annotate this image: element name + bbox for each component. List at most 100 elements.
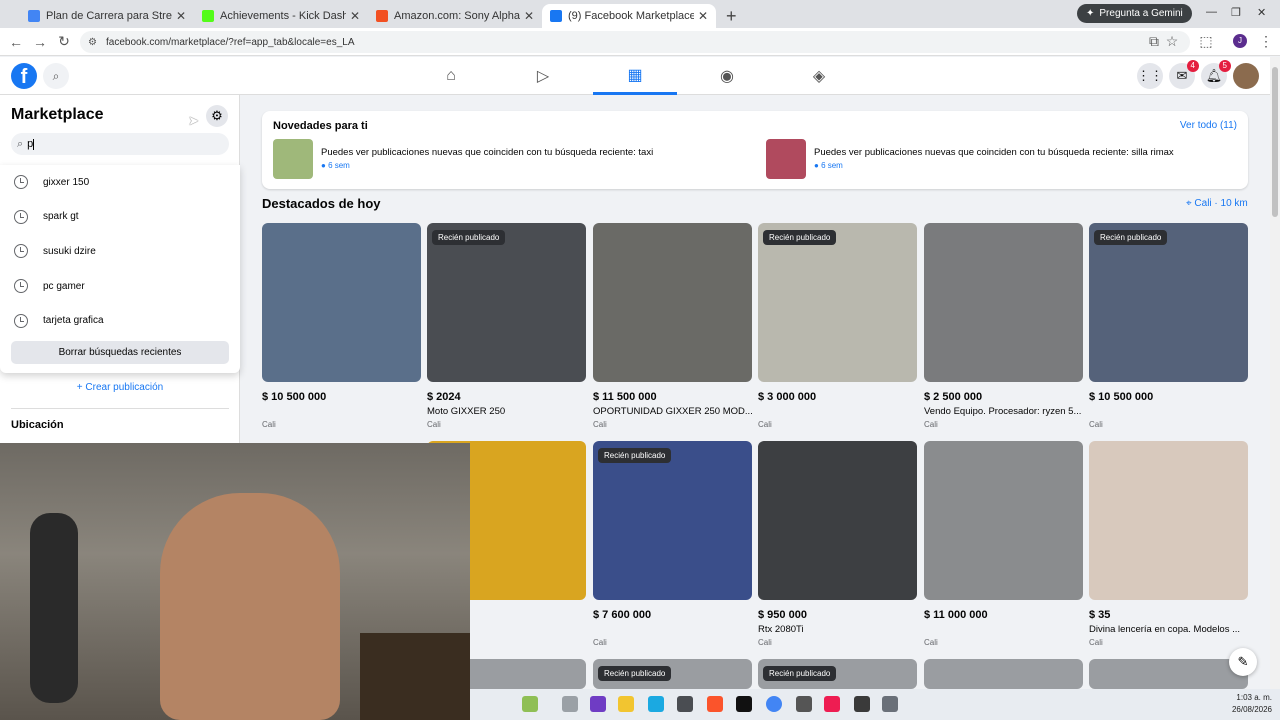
listing-image: Recién publicado: [758, 223, 917, 382]
news-item[interactable]: Puedes ver publicaciones nuevas que coin…: [273, 139, 753, 179]
tiktok-live-icon[interactable]: [824, 696, 840, 712]
close-tab-icon[interactable]: ✕: [350, 9, 360, 23]
listing-title: [1089, 406, 1248, 418]
browser-tab[interactable]: Amazon.com: Sony Alpha ZV-E✕: [368, 4, 542, 28]
tab-favicon-icon: [202, 10, 214, 22]
recent-badge: Recién publicado: [432, 230, 506, 245]
browser-tab[interactable]: Achievements - Kick Dashboard✕: [194, 4, 368, 28]
location-filter[interactable]: ⌖ Cali · 10 km: [1186, 198, 1248, 209]
listing-title: [262, 406, 421, 418]
groups-icon[interactable]: ◉: [685, 57, 769, 95]
messenger-icon[interactable]: ✉ 4: [1169, 60, 1199, 89]
calculator-icon[interactable]: [854, 696, 870, 712]
system-clock[interactable]: 1:03 a. m. 26/08/2026: [1232, 692, 1272, 716]
create-listing-button[interactable]: + Crear publicación: [11, 382, 229, 400]
marketplace-search-input[interactable]: ⌕ p: [11, 133, 229, 155]
compose-icon[interactable]: ✎: [1229, 648, 1257, 676]
extensions-icon[interactable]: ⬚: [1194, 33, 1218, 50]
listing-title: [758, 406, 917, 418]
account-avatar[interactable]: [1233, 63, 1259, 89]
listing-city: Cali: [758, 420, 772, 429]
listing-card[interactable]: $ 2 500 000 Vendo Equipo. Procesador: ryz…: [924, 223, 1083, 429]
app-icon[interactable]: [522, 696, 538, 712]
news-item[interactable]: Puedes ver publicaciones nuevas que coin…: [766, 139, 1246, 179]
marketplace-icon[interactable]: ▦: [593, 57, 677, 95]
close-tab-icon[interactable]: ✕: [524, 9, 534, 23]
listing-card[interactable]: Recién publicado: [593, 659, 752, 689]
listing-card[interactable]: $ 10 500 000 Cali: [262, 223, 421, 429]
scrollbar-thumb[interactable]: [1272, 67, 1278, 217]
browser-tab[interactable]: Plan de Carrera para Streamer✕: [20, 4, 194, 28]
tiktok-icon[interactable]: [736, 696, 752, 712]
text-caret: [33, 138, 35, 150]
gaming-icon[interactable]: ◈: [777, 57, 861, 95]
app-icon[interactable]: [677, 696, 693, 712]
new-tab-button[interactable]: +: [716, 4, 747, 28]
mouse-cursor-icon: ➤: [188, 113, 199, 128]
listing-card[interactable]: $ 11 500 000 OPORTUNIDAD GIXXER 250 MOD..…: [593, 223, 752, 429]
clock-icon: [14, 313, 28, 328]
forward-icon[interactable]: →: [28, 34, 52, 50]
app-icon[interactable]: [590, 696, 606, 712]
listing-card[interactable]: $ 950 000 Rtx 2080Ti Cali: [758, 441, 917, 647]
facebook-header: f ⌕ ⌂ ▷ ▦ ◉ ◈ ⋮⋮ ✉ 4 🔔︎ 5: [0, 57, 1270, 95]
search-icon[interactable]: ⌕: [43, 63, 69, 89]
listing-image: [924, 223, 1083, 382]
settings-icon[interactable]: [882, 696, 898, 712]
listing-card[interactable]: Recién publicado: [758, 659, 917, 689]
video-icon[interactable]: ▷: [501, 57, 585, 95]
listing-card[interactable]: $ 35 Divina lencería en copa. Modelos ...…: [1089, 441, 1248, 647]
recent-search-item[interactable]: spark gt: [0, 200, 240, 235]
listing-image: Recién publicado: [1089, 223, 1248, 382]
microphone: [30, 513, 78, 703]
folder-icon[interactable]: [618, 696, 634, 712]
listing-card[interactable]: Recién publicado $ 10 500 000 Cali: [1089, 223, 1248, 429]
listing-card[interactable]: [924, 659, 1083, 689]
listing-price: $ 2024: [427, 391, 461, 403]
profile-avatar[interactable]: J: [1233, 34, 1247, 48]
address-bar-row: ← → ↻ ⚙ facebook.com/marketplace/?ref=ap…: [0, 28, 1280, 56]
listing-image: [1089, 441, 1248, 600]
listing-price: $ 7 600 000: [593, 609, 652, 621]
recent-searches-dropdown: gixxer 150 spark gt susuki dzire pc gamer ta…: [0, 165, 240, 373]
listing-title: Vendo Equipo. Procesador: ryzen 5...: [924, 406, 1082, 417]
menu-icon[interactable]: ⋮: [1254, 33, 1278, 50]
app-icon[interactable]: [796, 696, 812, 712]
bookmark-star-icon[interactable]: ☆: [1160, 33, 1184, 50]
url-field[interactable]: ⚙ facebook.com/marketplace/?ref=app_tab&…: [80, 31, 1190, 53]
close-tab-icon[interactable]: ✕: [176, 9, 186, 23]
recent-search-item[interactable]: pc gamer: [0, 269, 240, 304]
brave-icon[interactable]: [707, 696, 723, 712]
edge-icon[interactable]: [648, 696, 664, 712]
listing-card[interactable]: Recién publicado $ 2024 Moto GIXXER 250 Cal…: [427, 223, 586, 429]
clear-recent-searches-button[interactable]: Borrar búsquedas recientes: [11, 341, 229, 364]
back-icon[interactable]: ←: [4, 34, 28, 50]
listing-card[interactable]: Recién publicado $ 3 000 000 Cali: [758, 223, 917, 429]
home-icon[interactable]: ⌂: [409, 57, 493, 95]
facebook-logo[interactable]: f: [11, 63, 37, 89]
browser-tab[interactable]: (9) Facebook Marketplace | Fac✕: [542, 4, 716, 28]
listing-card[interactable]: $ 11 000 000 Cali: [924, 441, 1083, 647]
clock-icon: [14, 279, 28, 294]
gemini-button[interactable]: ✦ Pregunta a Gemini: [1077, 4, 1192, 23]
recent-search-item[interactable]: tarjeta grafica: [0, 303, 240, 338]
minimize-button[interactable]: —: [1206, 6, 1217, 18]
listing-card[interactable]: Recién publicado $ 7 600 000 Cali: [593, 441, 752, 647]
recent-badge: Recién publicado: [763, 666, 837, 681]
app-icon[interactable]: [562, 696, 578, 712]
maximize-button[interactable]: ❐: [1231, 6, 1241, 19]
listing-card[interactable]: [1089, 659, 1248, 689]
see-all-link[interactable]: Ver todo (11): [1180, 120, 1237, 131]
close-tab-icon[interactable]: ✕: [698, 9, 708, 23]
chrome-icon[interactable]: [766, 696, 782, 712]
scrollbar[interactable]: [1270, 57, 1280, 689]
menu-grid-icon[interactable]: ⋮⋮: [1137, 63, 1163, 89]
notifications-icon[interactable]: 🔔︎ 5: [1201, 60, 1231, 89]
news-time: ● 6 sem: [321, 161, 350, 170]
recent-search-item[interactable]: susuki dzire: [0, 234, 240, 269]
recent-search-item[interactable]: gixxer 150: [0, 165, 240, 200]
close-window-button[interactable]: ✕: [1257, 6, 1266, 19]
gear-icon[interactable]: ⚙: [206, 105, 228, 127]
reload-icon[interactable]: ↻: [52, 33, 76, 50]
site-info-icon[interactable]: ⚙: [88, 37, 97, 48]
